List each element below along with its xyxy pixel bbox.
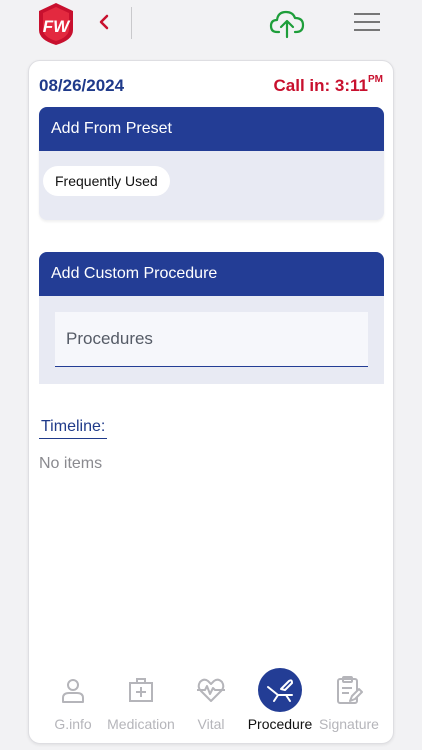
nav-item-signature[interactable]: Signature — [309, 668, 389, 738]
custom-panel-title: Add Custom Procedure — [39, 252, 384, 296]
nav-item-procedure[interactable]: Procedure — [240, 668, 320, 738]
svg-text:FW: FW — [43, 17, 71, 36]
nav-label-procedure: Procedure — [247, 716, 313, 732]
preset-panel: Add From Preset Frequently Used — [39, 107, 384, 220]
heart-pulse-icon — [197, 678, 225, 702]
timeline-empty-text: No items — [39, 455, 103, 472]
call-in-time: Call in: 3:11PM — [273, 74, 383, 96]
call-in-label: Call in: 3:11 — [273, 76, 368, 95]
header-divider — [131, 7, 132, 39]
nav-label-ginfo: G.info — [54, 716, 92, 732]
call-in-suffix: PM — [368, 74, 383, 85]
procedure-card: 08/26/2024 Call in: 3:11PM Add From Pres… — [28, 60, 394, 744]
chevron-left-icon — [99, 14, 109, 30]
app-logo: FW — [38, 2, 74, 46]
nav-item-medication[interactable]: Medication — [101, 668, 181, 738]
nav-item-vital[interactable]: Vital — [171, 668, 251, 738]
medical-kit-icon — [129, 678, 153, 702]
procedure-icon — [267, 679, 293, 702]
visit-date: 08/26/2024 — [39, 76, 125, 95]
procedures-input[interactable] — [55, 312, 368, 367]
hamburger-menu-icon — [354, 13, 380, 31]
cloud-upload-icon — [269, 10, 305, 39]
menu-button[interactable] — [352, 10, 382, 34]
nav-label-vital: Vital — [197, 716, 225, 732]
nav-label-signature: Signature — [319, 716, 379, 732]
person-icon — [62, 679, 84, 703]
timeline-label: Timeline: — [39, 418, 108, 439]
top-bar: FW — [0, 0, 422, 56]
active-indicator — [258, 668, 302, 712]
bottom-nav: G.info Medication Vital Procedure Signat… — [28, 668, 394, 738]
clipboard-sign-icon — [337, 676, 363, 704]
custom-procedure-panel: Add Custom Procedure — [39, 252, 384, 384]
frequently-used-chip[interactable]: Frequently Used — [43, 166, 170, 196]
nav-label-medication: Medication — [107, 716, 175, 732]
upload-button[interactable] — [269, 7, 305, 39]
back-button[interactable] — [92, 10, 116, 34]
preset-panel-title: Add From Preset — [39, 107, 384, 151]
